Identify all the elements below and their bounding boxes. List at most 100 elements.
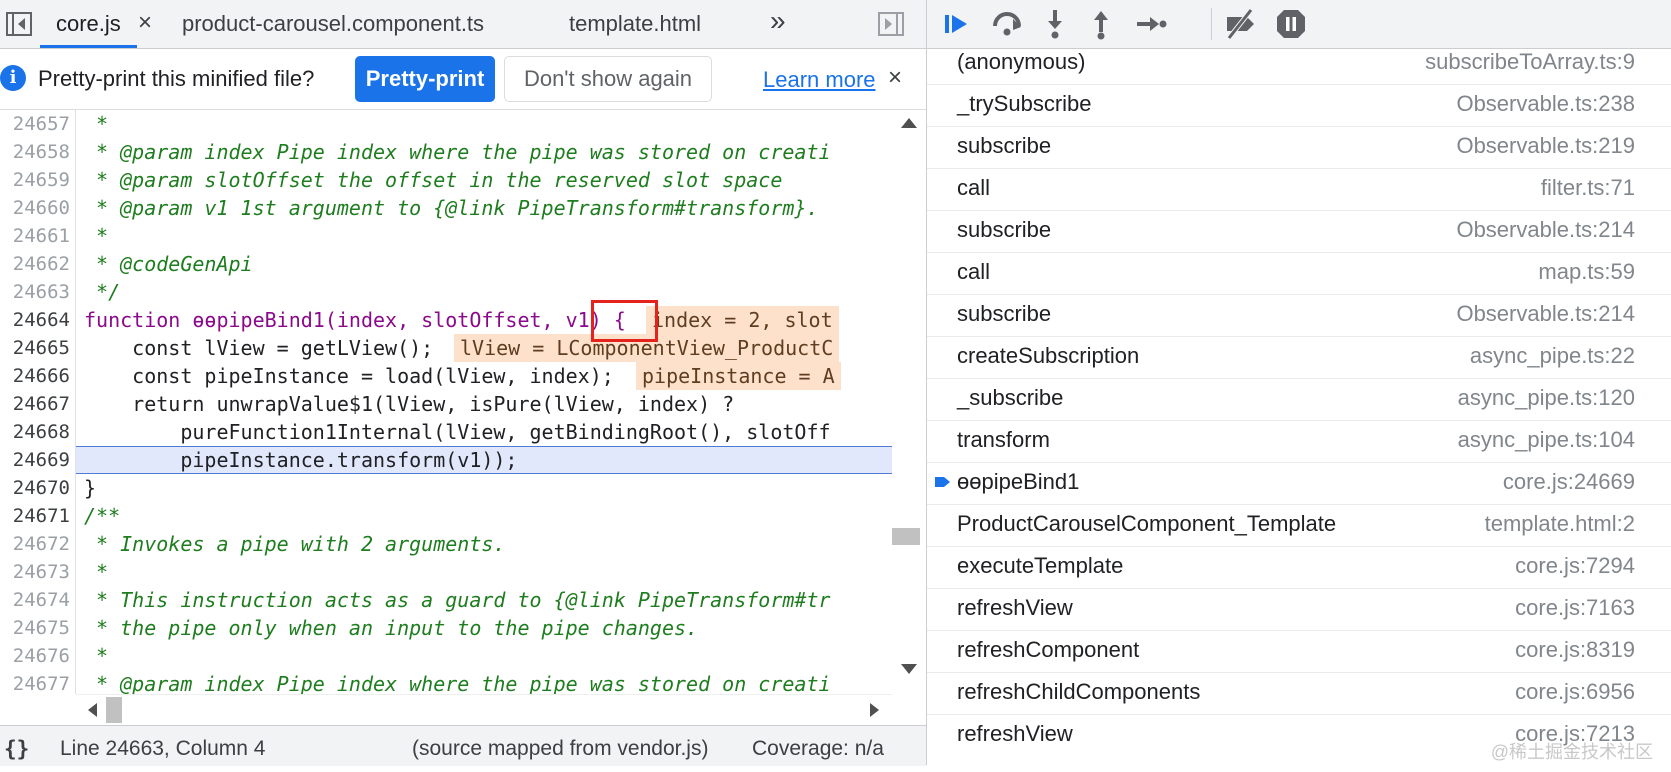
line-number[interactable]: 24667	[0, 390, 70, 418]
line-number[interactable]: 24659	[0, 166, 70, 194]
deactivate-breakpoints-icon[interactable]	[1223, 6, 1259, 42]
frame-location[interactable]: async_pipe.ts:22	[1470, 336, 1635, 376]
code-line: *	[84, 224, 109, 248]
scroll-down-icon[interactable]	[901, 664, 917, 674]
frame-location[interactable]: async_pipe.ts:120	[1458, 378, 1635, 418]
pretty-print-toggle-icon[interactable]: {}	[4, 726, 29, 772]
line-number[interactable]: 24669	[0, 446, 70, 474]
frame-location[interactable]: template.html:2	[1485, 504, 1635, 544]
line-number[interactable]: 24674	[0, 586, 70, 614]
line-number[interactable]: 24657	[0, 110, 70, 138]
call-frame[interactable]: refreshChildComponents core.js:6956	[927, 672, 1671, 715]
frame-location[interactable]: core.js:8319	[1515, 630, 1635, 670]
scroll-up-icon[interactable]	[901, 118, 917, 128]
step-out-icon[interactable]	[1083, 6, 1119, 42]
tab-label: product-carousel.component.ts	[182, 11, 485, 36]
call-frame[interactable]: _subscribe async_pipe.ts:120	[927, 378, 1671, 421]
line-number[interactable]: 24666	[0, 362, 70, 390]
dont-show-again-button[interactable]: Don't show again	[504, 56, 712, 102]
line-number[interactable]: 24663	[0, 278, 70, 306]
frame-name: call	[957, 259, 991, 284]
scroll-right-icon[interactable]	[870, 703, 879, 717]
frame-location[interactable]: Observable.ts:238	[1456, 84, 1635, 124]
call-frame[interactable]: call filter.ts:71	[927, 168, 1671, 211]
code-line: * @param slotOffset the offset in the re…	[84, 168, 783, 192]
tab-product-carousel[interactable]: product-carousel.component.ts	[182, 0, 484, 48]
line-number[interactable]: 24677	[0, 670, 70, 694]
frame-name: ɵɵpipeBind1	[957, 469, 1080, 494]
horizontal-scrollbar[interactable]	[76, 694, 892, 725]
learn-more-link[interactable]: Learn more	[763, 49, 876, 111]
call-frame[interactable]: subscribe Observable.ts:214	[927, 294, 1671, 337]
code-line: *	[84, 560, 109, 584]
line-number[interactable]: 24661	[0, 222, 70, 250]
call-frame[interactable]: ProductCarouselComponent_Template templat…	[927, 504, 1671, 547]
call-frame[interactable]: refreshView core.js:7163	[927, 588, 1671, 631]
line-number[interactable]: 24665	[0, 334, 70, 362]
frame-name: subscribe	[957, 133, 1052, 158]
line-number[interactable]: 24675	[0, 614, 70, 642]
call-frame[interactable]: subscribe Observable.ts:219	[927, 126, 1671, 169]
call-frame[interactable]: (anonymous) subscribeToArray.ts:9	[927, 48, 1671, 85]
frame-location[interactable]: Observable.ts:219	[1456, 126, 1635, 166]
call-frame[interactable]: createSubscription async_pipe.ts:22	[927, 336, 1671, 379]
frame-location[interactable]: Observable.ts:214	[1456, 210, 1635, 250]
frame-name: ProductCarouselComponent_Template	[957, 511, 1337, 536]
frame-location[interactable]: subscribeToArray.ts:9	[1425, 48, 1635, 82]
resume-icon[interactable]	[939, 6, 975, 42]
toggle-debugger-icon[interactable]	[876, 9, 906, 39]
editor-status-bar: {} Line 24663, Column 4 (source mapped f…	[0, 725, 926, 766]
tab-close-icon[interactable]: ×	[138, 0, 152, 46]
frame-name: refreshChildComponents	[957, 679, 1201, 704]
frame-location[interactable]: Observable.ts:214	[1456, 294, 1635, 334]
line-number-gutter[interactable]: 24657 24658 24659 24660 24661 24662 2466…	[0, 110, 76, 694]
more-tabs-icon[interactable]: »	[770, 0, 786, 44]
pause-on-exceptions-icon[interactable]	[1273, 6, 1309, 42]
frame-location[interactable]: filter.ts:71	[1541, 168, 1635, 208]
line-number[interactable]: 24670	[0, 474, 70, 502]
frame-location[interactable]: async_pipe.ts:104	[1458, 420, 1635, 460]
call-frame[interactable]: refreshComponent core.js:8319	[927, 630, 1671, 673]
step-over-icon[interactable]	[989, 6, 1025, 42]
frame-location[interactable]: core.js:7294	[1515, 546, 1635, 586]
code-editor[interactable]: * * @param index Pipe index where the pi…	[76, 110, 892, 694]
frame-name: refreshComponent	[957, 637, 1140, 662]
call-stack-list: (anonymous) subscribeToArray.ts:9 _trySub…	[927, 48, 1671, 765]
tab-template-html[interactable]: template.html	[569, 0, 701, 48]
line-number[interactable]: 24673	[0, 558, 70, 586]
toggle-navigator-icon[interactable]	[4, 9, 34, 39]
info-icon: i	[0, 65, 26, 91]
frame-name: (anonymous)	[957, 49, 1086, 74]
frame-location[interactable]: map.ts:59	[1538, 252, 1635, 292]
line-number[interactable]: 24671	[0, 502, 70, 530]
call-frame[interactable]: subscribe Observable.ts:214	[927, 210, 1671, 253]
call-frame[interactable]: transform async_pipe.ts:104	[927, 420, 1671, 463]
call-frame[interactable]: executeTemplate core.js:7294	[927, 546, 1671, 589]
inline-value: index = 2, slot	[646, 306, 839, 334]
frame-location[interactable]: core.js:24669	[1503, 462, 1635, 502]
frame-location[interactable]: core.js:7163	[1515, 588, 1635, 628]
code-line: * @param index Pipe index where the pipe…	[84, 672, 831, 694]
line-number[interactable]: 24676	[0, 642, 70, 670]
tab-core-js[interactable]: core.js	[40, 0, 137, 48]
step-into-icon[interactable]	[1037, 6, 1073, 42]
scroll-left-icon[interactable]	[88, 703, 97, 717]
call-frame[interactable]: call map.ts:59	[927, 252, 1671, 295]
line-number[interactable]: 24660	[0, 194, 70, 222]
line-number[interactable]: 24668	[0, 418, 70, 446]
step-icon[interactable]	[1133, 6, 1169, 42]
source-map-status[interactable]: (source mapped from vendor.js)	[412, 726, 708, 772]
line-number[interactable]: 24658	[0, 138, 70, 166]
scroll-thumb[interactable]	[892, 528, 920, 545]
pretty-print-button[interactable]: Pretty-print	[355, 56, 495, 102]
infobar-close-icon[interactable]: ×	[888, 49, 902, 107]
scroll-thumb[interactable]	[106, 697, 122, 723]
call-frame[interactable]: _trySubscribe Observable.ts:238	[927, 84, 1671, 127]
frame-location[interactable]: core.js:6956	[1515, 672, 1635, 712]
line-number[interactable]: 24662	[0, 250, 70, 278]
code-line: * This instruction acts as a guard to {@…	[84, 588, 831, 612]
call-frame-current[interactable]: ɵɵpipeBind1 core.js:24669	[927, 462, 1671, 505]
line-number[interactable]: 24672	[0, 530, 70, 558]
vertical-scrollbar[interactable]	[892, 110, 926, 694]
line-number[interactable]: 24664	[0, 306, 70, 334]
